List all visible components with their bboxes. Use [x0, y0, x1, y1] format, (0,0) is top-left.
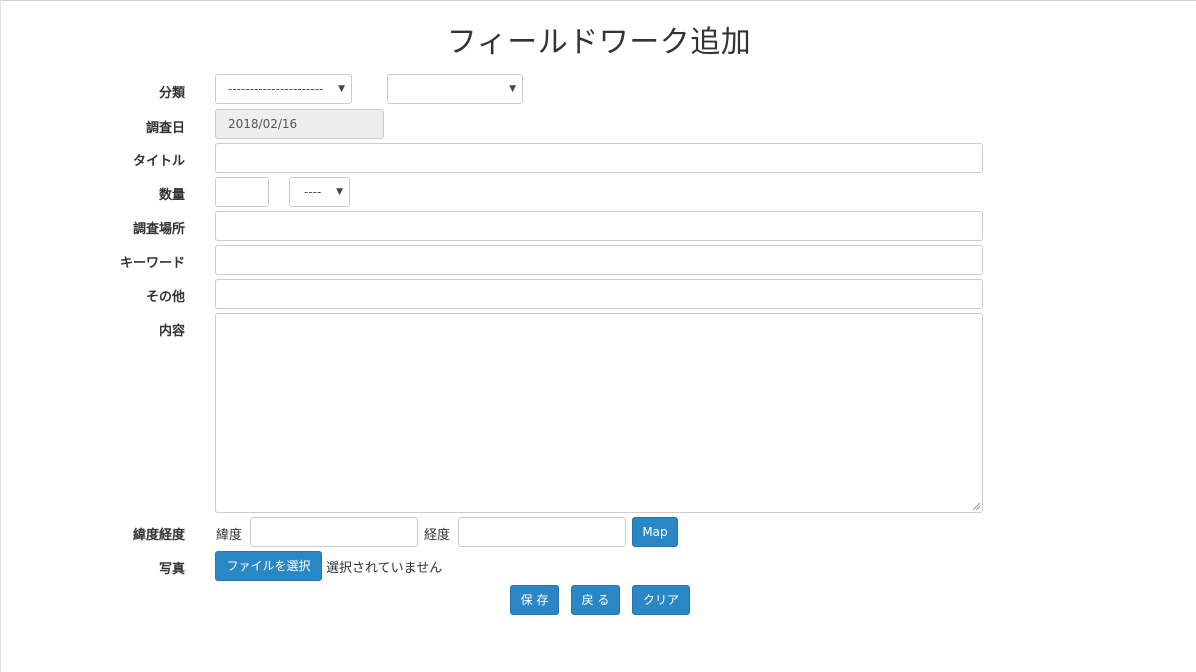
- resize-handle-icon[interactable]: [972, 502, 980, 510]
- title-input[interactable]: [215, 143, 983, 173]
- photo-label: 写真: [158, 562, 185, 577]
- quantity-input[interactable]: [215, 177, 269, 207]
- chevron-down-icon: ▼: [336, 187, 343, 197]
- back-button[interactable]: 戻 る: [571, 585, 620, 615]
- category-select-secondary[interactable]: ▼: [387, 74, 523, 104]
- content-label: 内容: [158, 324, 185, 339]
- chevron-down-icon: ▼: [509, 84, 516, 94]
- content-textarea[interactable]: [215, 313, 983, 513]
- latlng-label: 緯度経度: [132, 528, 185, 543]
- other-input[interactable]: [215, 279, 983, 309]
- title-label: タイトル: [132, 154, 185, 169]
- location-input[interactable]: [215, 211, 983, 241]
- category-select-primary-value: ----------------------: [228, 82, 324, 96]
- category-label: 分類: [158, 86, 185, 101]
- quantity-unit-select[interactable]: ---- ▼: [289, 177, 350, 207]
- location-label: 調査場所: [132, 222, 185, 237]
- page-title: フィールドワーク追加: [446, 25, 752, 60]
- file-status-text: 選択されていません: [326, 561, 443, 576]
- keyword-input[interactable]: [215, 245, 983, 275]
- keyword-label: キーワード: [119, 256, 185, 271]
- longitude-label: 経度: [424, 528, 451, 543]
- latitude-input[interactable]: [250, 517, 418, 547]
- map-button[interactable]: Map: [632, 517, 678, 547]
- quantity-unit-value: ----: [304, 185, 322, 199]
- category-select-primary[interactable]: ---------------------- ▼: [215, 74, 352, 104]
- file-select-button[interactable]: ファイルを選択: [215, 551, 322, 581]
- clear-button[interactable]: クリア: [632, 585, 690, 615]
- survey-date-field[interactable]: 2018/02/16: [215, 109, 384, 139]
- longitude-input[interactable]: [458, 517, 626, 547]
- save-button[interactable]: 保 存: [510, 585, 559, 615]
- latitude-label: 緯度: [216, 528, 243, 543]
- other-label: その他: [145, 290, 185, 305]
- quantity-label: 数量: [158, 188, 185, 203]
- survey-date-label: 調査日: [145, 121, 185, 136]
- chevron-down-icon: ▼: [338, 84, 345, 94]
